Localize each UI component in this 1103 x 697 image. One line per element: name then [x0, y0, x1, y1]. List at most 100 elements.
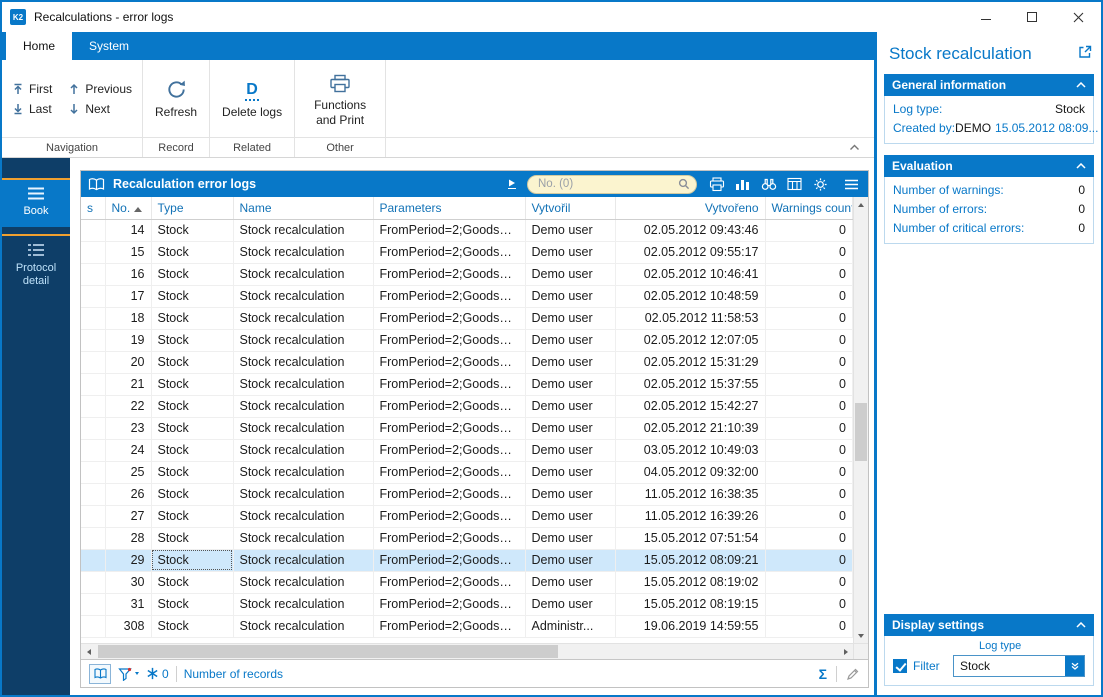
tab-home[interactable]: Home: [6, 32, 72, 60]
marked-records-indicator[interactable]: 0: [146, 667, 169, 681]
column-header-parameters[interactable]: Parameters: [373, 197, 525, 219]
print-icon[interactable]: [707, 174, 726, 194]
table-row[interactable]: 15 Stock Stock recalculation FromPeriod=…: [81, 241, 853, 263]
cell-parameters: FromPeriod=2;GoodsFil...: [373, 307, 525, 329]
sidebar-item-label: Protocol detail: [4, 262, 68, 288]
cell-warnings-count: 0: [765, 219, 853, 241]
expand-arrow-icon[interactable]: [508, 179, 516, 189]
created-by-label: Created by:: [893, 121, 955, 135]
vertical-scroll-thumb[interactable]: [855, 403, 867, 461]
search-input[interactable]: [527, 175, 697, 194]
cell-created-by: Demo user: [525, 439, 615, 461]
cell-created-by: Demo user: [525, 483, 615, 505]
scroll-left-button[interactable]: [81, 644, 96, 659]
cell-parameters: FromPeriod=2;GoodsFil...: [373, 285, 525, 307]
cell-warnings-count: 0: [765, 571, 853, 593]
cell-name: Stock recalculation: [233, 571, 373, 593]
table-row[interactable]: 29 Stock Stock recalculation FromPeriod=…: [81, 549, 853, 571]
refresh-button[interactable]: Refresh: [153, 76, 199, 120]
cell-name: Stock recalculation: [233, 439, 373, 461]
last-icon: [12, 103, 24, 115]
minimize-button[interactable]: [963, 2, 1009, 32]
delete-logs-button[interactable]: D Delete logs: [220, 76, 284, 120]
cell-parameters: FromPeriod=2;GoodsFil...: [373, 439, 525, 461]
table-row[interactable]: 25 Stock Stock recalculation FromPeriod=…: [81, 461, 853, 483]
tab-system[interactable]: System: [72, 32, 146, 60]
gear-icon[interactable]: [811, 174, 830, 194]
general-information-header[interactable]: General information: [884, 74, 1094, 96]
log-type-dropdown[interactable]: Stock: [953, 655, 1085, 677]
columns-icon[interactable]: [785, 174, 804, 194]
cell-parameters: FromPeriod=2;GoodsFil...: [373, 417, 525, 439]
table-row[interactable]: 22 Stock Stock recalculation FromPeriod=…: [81, 395, 853, 417]
book-view-icon: [94, 668, 107, 679]
next-button[interactable]: Next: [68, 102, 132, 116]
table-row[interactable]: 24 Stock Stock recalculation FromPeriod=…: [81, 439, 853, 461]
cell-warnings-count: 0: [765, 417, 853, 439]
table-row[interactable]: 23 Stock Stock recalculation FromPeriod=…: [81, 417, 853, 439]
dropdown-button[interactable]: [1065, 656, 1084, 676]
column-header-name[interactable]: Name: [233, 197, 373, 219]
view-mode-button[interactable]: [89, 664, 111, 684]
horizontal-scroll-thumb[interactable]: [98, 645, 558, 658]
cell-type: Stock: [151, 527, 233, 549]
display-settings-header[interactable]: Display settings: [884, 614, 1094, 636]
cell-no: 25: [105, 461, 151, 483]
filter-checkbox[interactable]: [893, 659, 907, 673]
cell-no: 27: [105, 505, 151, 527]
grid-menu-icon[interactable]: [842, 174, 861, 194]
critical-errors-value: 0: [1078, 221, 1085, 235]
sum-icon[interactable]: Σ: [819, 667, 827, 681]
scroll-down-button[interactable]: [854, 628, 868, 643]
sidebar-item-book[interactable]: Book: [2, 178, 70, 227]
cell-created-by: Demo user: [525, 241, 615, 263]
column-header-vytvoreno[interactable]: Vytvořeno: [615, 197, 765, 219]
column-header-warnings-count[interactable]: Warnings count: [765, 197, 853, 219]
table-row[interactable]: 21 Stock Stock recalculation FromPeriod=…: [81, 373, 853, 395]
cell-parameters: FromPeriod=2;GoodsFil...: [373, 263, 525, 285]
column-header-no[interactable]: No.: [105, 197, 151, 219]
group-label-navigation: Navigation: [2, 137, 142, 157]
horizontal-scrollbar[interactable]: [81, 644, 853, 659]
column-header-vytvoril[interactable]: Vytvořil: [525, 197, 615, 219]
first-button[interactable]: First: [12, 82, 52, 96]
sidebar-item-protocol-detail[interactable]: Protocol detail: [2, 234, 70, 297]
last-button[interactable]: Last: [12, 102, 52, 116]
column-header-s[interactable]: s: [81, 197, 105, 219]
functions-print-button[interactable]: Functions and Print: [305, 69, 375, 128]
vertical-scrollbar[interactable]: [853, 197, 868, 643]
maximize-button[interactable]: [1009, 2, 1055, 32]
collapse-ribbon-icon[interactable]: [849, 144, 860, 151]
warnings-value: 0: [1078, 183, 1085, 197]
filter-status-button[interactable]: [118, 667, 139, 681]
previous-button[interactable]: Previous: [68, 82, 132, 96]
scroll-up-button[interactable]: [854, 197, 868, 212]
cell-s: [81, 263, 105, 285]
cell-no: 16: [105, 263, 151, 285]
edit-icon[interactable]: [846, 667, 860, 681]
table-row[interactable]: 28 Stock Stock recalculation FromPeriod=…: [81, 527, 853, 549]
table-row[interactable]: 14 Stock Stock recalculation FromPeriod=…: [81, 219, 853, 241]
table-row[interactable]: 20 Stock Stock recalculation FromPeriod=…: [81, 351, 853, 373]
evaluation-header[interactable]: Evaluation: [884, 155, 1094, 177]
table-row[interactable]: 30 Stock Stock recalculation FromPeriod=…: [81, 571, 853, 593]
close-button[interactable]: [1055, 2, 1101, 32]
warnings-label: Number of warnings:: [893, 183, 1004, 197]
filter-toggle[interactable]: Filter: [893, 659, 940, 673]
table-row[interactable]: 17 Stock Stock recalculation FromPeriod=…: [81, 285, 853, 307]
table-row[interactable]: 31 Stock Stock recalculation FromPeriod=…: [81, 593, 853, 615]
table-row[interactable]: 308 Stock Stock recalculation FromPeriod…: [81, 615, 853, 637]
scroll-right-button[interactable]: [838, 644, 853, 659]
cell-warnings-count: 0: [765, 241, 853, 263]
open-external-icon[interactable]: [1078, 45, 1092, 59]
chart-icon[interactable]: [733, 174, 752, 194]
column-header-type[interactable]: Type: [151, 197, 233, 219]
search-icon[interactable]: [678, 178, 690, 190]
table-header-row: s No. Type Name Parameters Vytvořil Vytv…: [81, 197, 853, 219]
binoculars-icon[interactable]: [759, 174, 778, 194]
table-row[interactable]: 27 Stock Stock recalculation FromPeriod=…: [81, 505, 853, 527]
table-row[interactable]: 16 Stock Stock recalculation FromPeriod=…: [81, 263, 853, 285]
table-row[interactable]: 26 Stock Stock recalculation FromPeriod=…: [81, 483, 853, 505]
table-row[interactable]: 19 Stock Stock recalculation FromPeriod=…: [81, 329, 853, 351]
table-row[interactable]: 18 Stock Stock recalculation FromPeriod=…: [81, 307, 853, 329]
